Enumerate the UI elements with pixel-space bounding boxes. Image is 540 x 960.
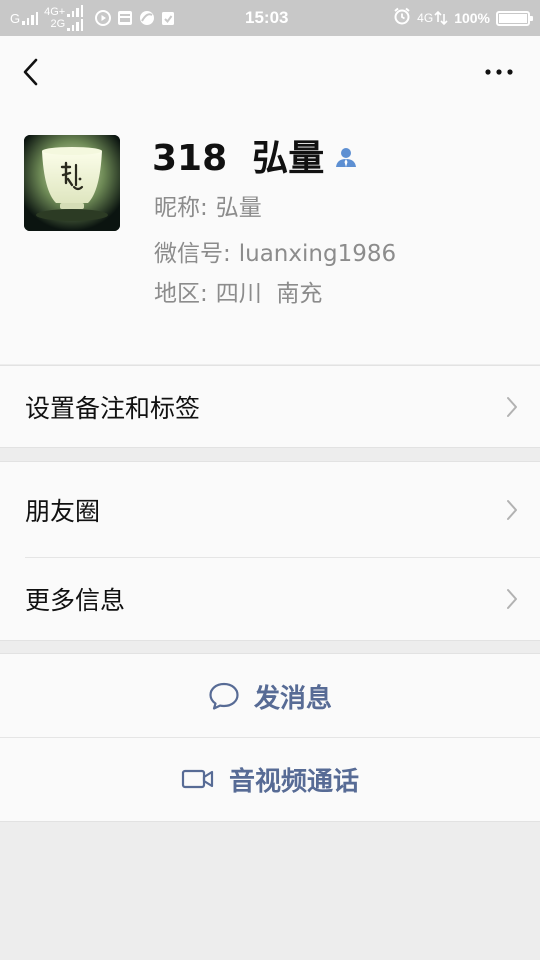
chevron-right-icon (507, 499, 517, 520)
status-time: 15:03 (245, 8, 289, 27)
video-player-icon (95, 10, 112, 26)
more-info-row[interactable]: 更多信息 (0, 557, 540, 641)
video-camera-icon (181, 769, 214, 789)
sim1-signal: G (10, 10, 39, 26)
sim2-network-top: 4G+ (44, 6, 66, 18)
region-line: 地区: 四川 南充 (154, 279, 322, 309)
send-message-button[interactable]: 发消息 (0, 653, 540, 738)
data-arrows-icon (434, 10, 448, 26)
tea-cup-avatar-image (24, 135, 120, 231)
region-label: 地区: (154, 281, 208, 307)
signal-bars-icon (22, 11, 39, 25)
chat-bubble-icon (209, 682, 239, 710)
video-call-button[interactable]: 音视频通话 (0, 737, 540, 822)
status-left: G 4G+ 2G (10, 0, 175, 36)
sim2-network-bottom: 2G (50, 18, 66, 30)
chevron-right-icon (507, 588, 517, 609)
nickname-line: 昵称: 弘量 (154, 193, 262, 223)
sim1-network-type: G (10, 10, 21, 26)
moments-row[interactable]: 朋友圈 (0, 461, 540, 557)
avatar[interactable] (24, 135, 120, 231)
contact-person-icon (336, 148, 357, 167)
signal-bars-icon (67, 5, 84, 31)
right-network-type: 4G (417, 10, 448, 26)
moments-label: 朋友圈 (25, 496, 101, 526)
browser-icon (139, 10, 155, 26)
right-network-label: 4G (417, 10, 434, 25)
battery-icon (496, 10, 533, 26)
alarm-icon (393, 7, 411, 29)
display-name: 318 弘量 (152, 138, 325, 179)
wechat-id-value: luanxing1986 (238, 241, 397, 267)
send-message-label: 发消息 (253, 683, 332, 714)
chevron-left-icon (23, 58, 38, 86)
wechat-id-label: 微信号: (154, 241, 231, 267)
sim2-network-type: 4G+ 2G (44, 6, 65, 30)
status-right: 4G 100% (393, 0, 533, 36)
clipboard-check-icon (161, 10, 175, 26)
battery-percent: 100% (454, 10, 490, 26)
news-icon (117, 10, 133, 26)
nickname-value: 弘量 (215, 195, 262, 221)
notification-icons (95, 10, 175, 26)
profile-card: 318 弘量 昵称: 弘量 微信号: luanxing1986 地区: 四川 南充 (0, 36, 540, 364)
remark-tags-row[interactable]: 设置备注和标签 (0, 365, 540, 448)
display-name-row: 318 弘量 (152, 136, 358, 182)
region-value: 四川 南充 (215, 281, 323, 307)
battery-fill (499, 13, 527, 23)
remark-tags-label: 设置备注和标签 (25, 393, 201, 423)
nickname-label: 昵称: (154, 195, 208, 221)
more-info-label: 更多信息 (25, 585, 126, 615)
status-bar: G 4G+ 2G 15:03 4G 100% (0, 0, 540, 36)
chevron-right-icon (507, 396, 517, 417)
video-call-label: 音视频通话 (228, 766, 359, 797)
more-button[interactable] (482, 58, 516, 86)
wechat-id-line: 微信号: luanxing1986 (154, 239, 396, 269)
more-dots-icon (485, 69, 513, 75)
back-button[interactable] (16, 54, 44, 90)
sim2-signal: 4G+ 2G (44, 5, 84, 31)
